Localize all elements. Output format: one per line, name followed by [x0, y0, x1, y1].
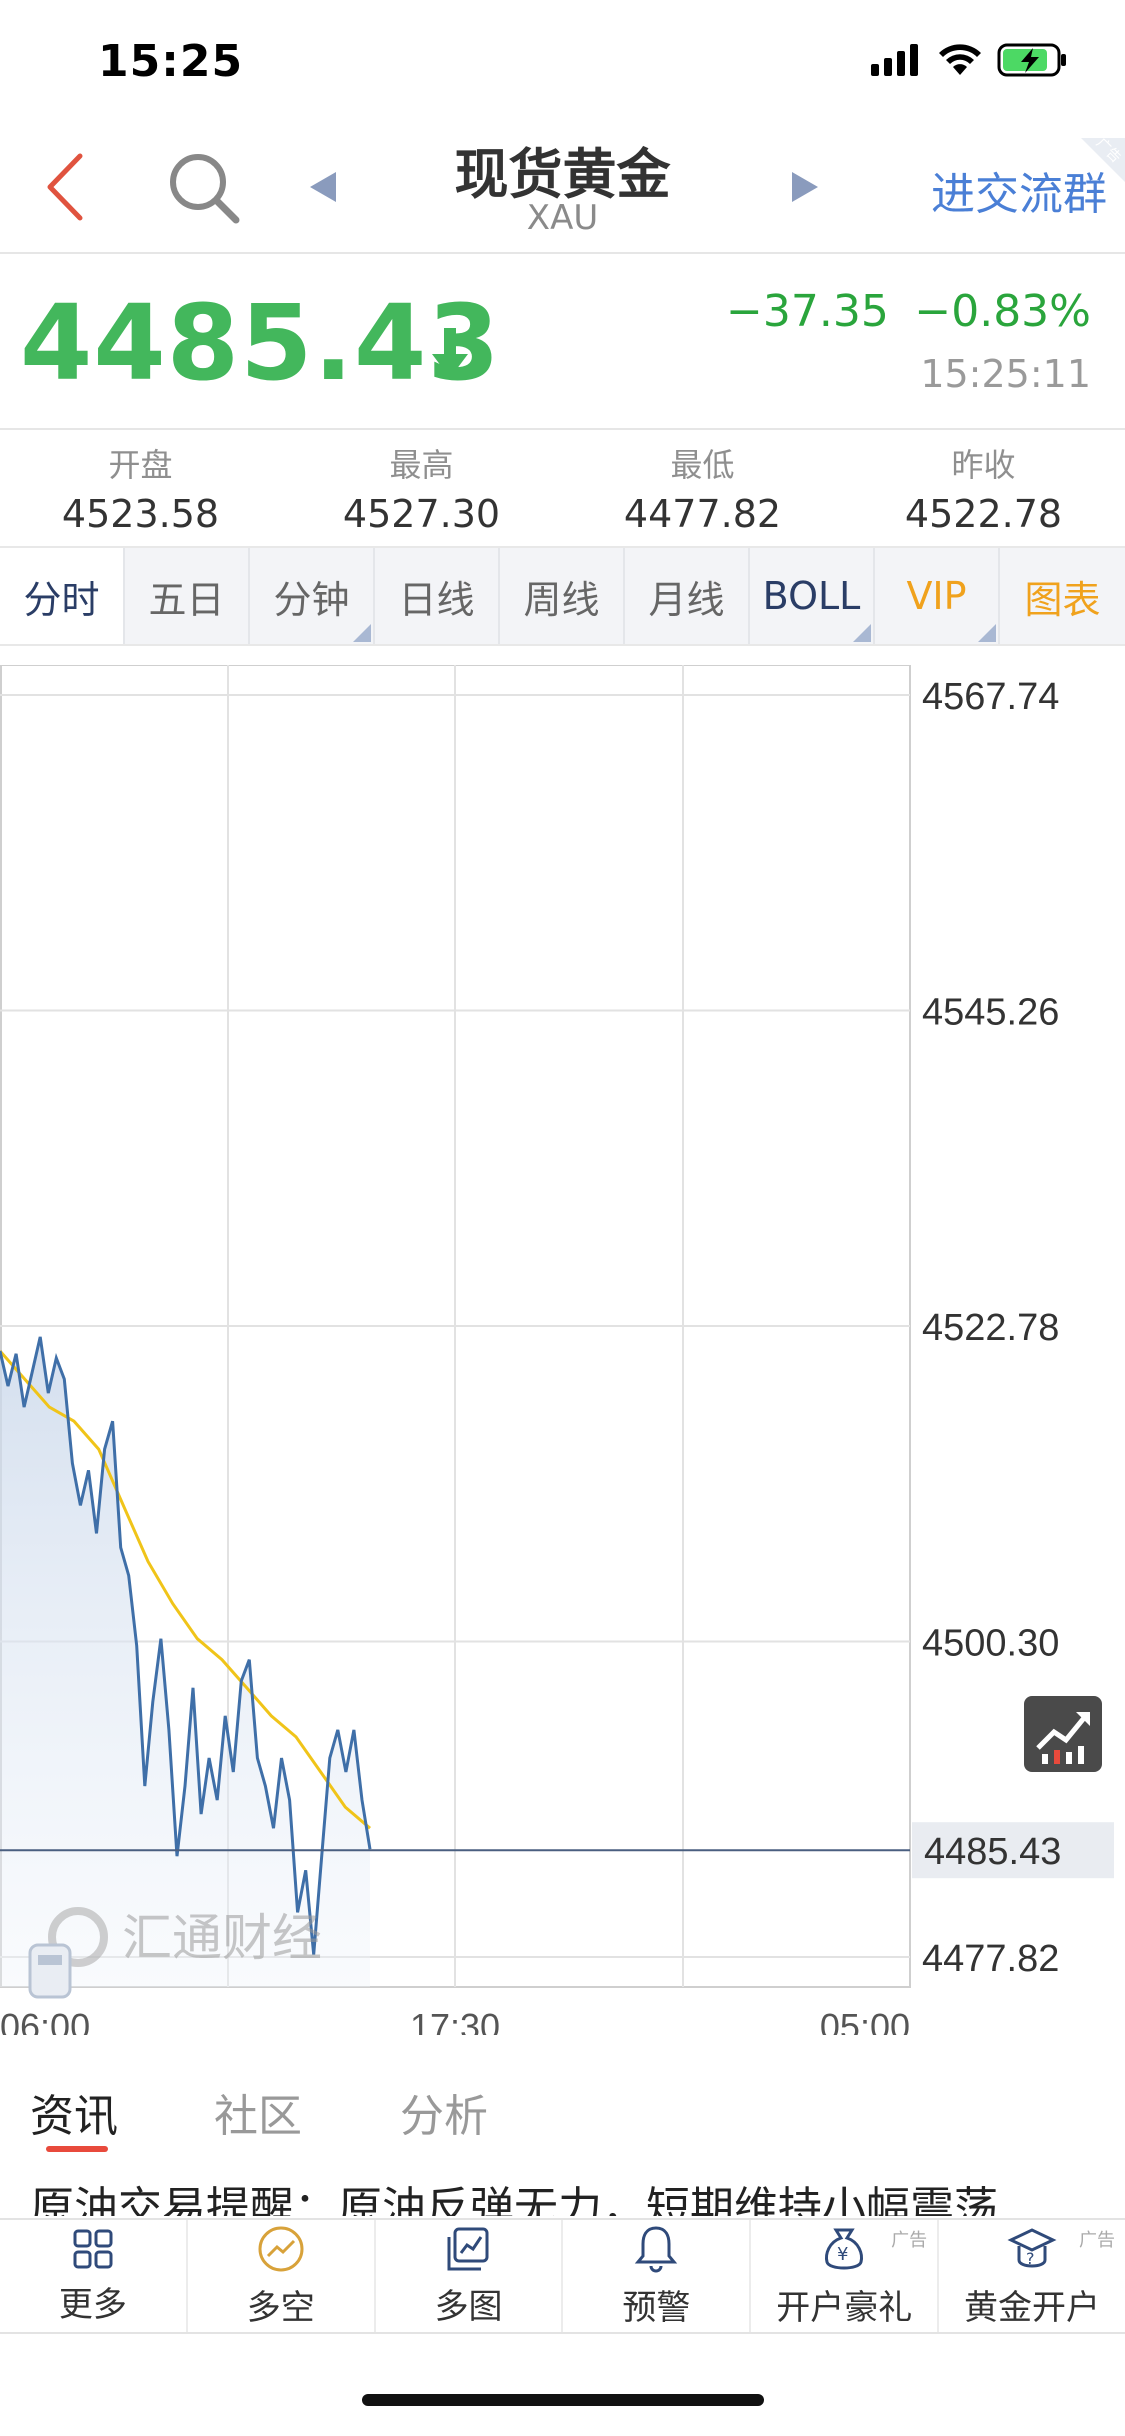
- active-tab-underline: [46, 2146, 108, 2152]
- tab-analysis[interactable]: 分析: [400, 2080, 488, 2144]
- tab-community[interactable]: 社区: [214, 2080, 302, 2144]
- tab-label: 分钟: [273, 577, 350, 622]
- more-button[interactable]: 更多: [0, 2220, 188, 2332]
- stat-prev-close: 昨收 4522.78: [843, 440, 1124, 536]
- chart-trend-icon: [1036, 1712, 1090, 1764]
- intraday-chart[interactable]: 4567.74 4545.26 4522.78 4500.30 4477.82 4485.…: [0, 665, 1125, 2035]
- calculator-icon[interactable]: [28, 1943, 72, 1999]
- ad-label: 广告: [891, 2230, 928, 2251]
- tab-intraday[interactable]: 分时: [0, 548, 125, 644]
- x-tick-label: 17:30: [410, 2006, 500, 2035]
- x-axis-labels: 06:00 17:30 05:00: [0, 2006, 910, 2035]
- y-tick-label: 4522.78: [922, 1307, 1059, 1349]
- y-tick-label: 4545.26: [922, 992, 1059, 1034]
- multi-chart-label: 多图: [434, 2286, 503, 2327]
- x-tick-label: 05:00: [820, 2006, 910, 2035]
- tab-label: VIP: [906, 574, 967, 618]
- tab-vip[interactable]: VIP: [875, 548, 1000, 644]
- y-tick-label: 4567.74: [922, 676, 1059, 718]
- stat-label: 最高: [389, 446, 454, 484]
- tab-minute[interactable]: 分钟: [250, 548, 375, 644]
- account-gift-label: 开户豪礼: [776, 2287, 913, 2328]
- tab-charts[interactable]: 图表: [1000, 548, 1125, 644]
- gold-account-button[interactable]: 广告 ? 黄金开户: [939, 2220, 1125, 2332]
- home-indicator: [362, 2394, 764, 2406]
- svg-text:¥: ¥: [837, 2244, 848, 2265]
- bottom-toolbar: 更多 多空 多图 预警 广告 ¥ 开户豪礼 广告 ? 黄金开户: [0, 2218, 1125, 2334]
- status-time: 15:25: [98, 36, 244, 87]
- account-gift-button[interactable]: 广告 ¥ 开户豪礼: [751, 2220, 940, 2332]
- long-short-button[interactable]: 多空: [188, 2220, 376, 2332]
- gold-account-icon: ?: [1007, 2227, 1057, 2268]
- stat-label: 最低: [670, 446, 735, 484]
- current-price: 4485.43: [20, 282, 501, 404]
- quote-time: 15:25:11: [920, 352, 1091, 396]
- stat-value: 4522.78: [904, 492, 1063, 536]
- stat-label: 昨收: [951, 446, 1016, 484]
- stat-value: 4523.58: [61, 492, 220, 536]
- bell-icon: [635, 2225, 678, 2272]
- more-label: 更多: [58, 2284, 127, 2325]
- price-change-pct: −0.83%: [914, 286, 1091, 337]
- divider: [0, 252, 1125, 254]
- grid-icon: [73, 2229, 113, 2268]
- x-tick-label: 06:00: [0, 2006, 90, 2035]
- chart-period-tabs: 分时 五日 分钟 日线 周线 月线 BOLL VIP 图表: [0, 546, 1125, 646]
- ad-label: 广告: [1078, 2230, 1115, 2251]
- money-bag-icon: ¥: [825, 2228, 864, 2269]
- alert-label: 预警: [622, 2287, 691, 2328]
- stat-value: 4477.82: [623, 492, 782, 536]
- stat-value: 4527.30: [342, 492, 501, 536]
- dropdown-corner-icon: [353, 624, 371, 642]
- tab-monthly[interactable]: 月线: [625, 548, 750, 644]
- y-tick-label: 4500.30: [922, 1623, 1059, 1665]
- next-arrow-icon[interactable]: [788, 170, 822, 204]
- app-root: 15:25 现货黄金 XAU 进交流群 广告 4485.43 −37.35 −0…: [0, 0, 1125, 2436]
- stat-open: 开盘 4523.58: [0, 440, 281, 536]
- wifi-icon: [939, 44, 981, 75]
- tab-boll[interactable]: BOLL: [750, 548, 875, 644]
- stat-low: 最低 4477.82: [562, 440, 843, 536]
- watermark-text: 汇通财经: [122, 1910, 322, 1966]
- current-price-label: 4485.43: [924, 1831, 1061, 1873]
- stat-label: 开盘: [108, 446, 173, 484]
- tab-weekly[interactable]: 周线: [500, 548, 625, 644]
- signal-icon: [871, 44, 918, 76]
- chart-toggle-button[interactable]: [1024, 1696, 1102, 1772]
- gold-account-label: 黄金开户: [964, 2287, 1101, 2328]
- stat-high: 最高 4527.30: [281, 440, 562, 536]
- alert-button[interactable]: 预警: [563, 2220, 752, 2332]
- join-group-link[interactable]: 进交流群: [931, 158, 1107, 222]
- down-arrow-icon: [432, 328, 468, 378]
- divider: [0, 428, 1125, 430]
- tab-label: BOLL: [762, 574, 861, 618]
- multi-chart-button[interactable]: 多图: [376, 2220, 564, 2332]
- battery-charging-icon: [997, 43, 1066, 77]
- news-headline[interactable]: 原油交易提醒：原油反弹无力，短期维持小幅震荡: [30, 2172, 998, 2216]
- svg-text:?: ?: [1026, 2249, 1035, 2268]
- status-icons: [871, 40, 1067, 80]
- dropdown-corner-icon: [978, 624, 996, 642]
- dropdown-corner-icon: [853, 624, 871, 642]
- tab-daily[interactable]: 日线: [375, 548, 500, 644]
- trend-icon: [258, 2226, 304, 2271]
- long-short-label: 多空: [246, 2287, 315, 2328]
- tab-news[interactable]: 资讯: [30, 2080, 118, 2144]
- tab-five-day[interactable]: 五日: [125, 548, 250, 644]
- multi-chart-icon: [447, 2227, 489, 2270]
- y-axis-labels: 4567.74 4545.26 4522.78 4500.30 4477.82 4485.…: [922, 676, 1061, 1980]
- price-change: −37.35: [726, 286, 889, 337]
- y-tick-label: 4477.82: [922, 1938, 1059, 1980]
